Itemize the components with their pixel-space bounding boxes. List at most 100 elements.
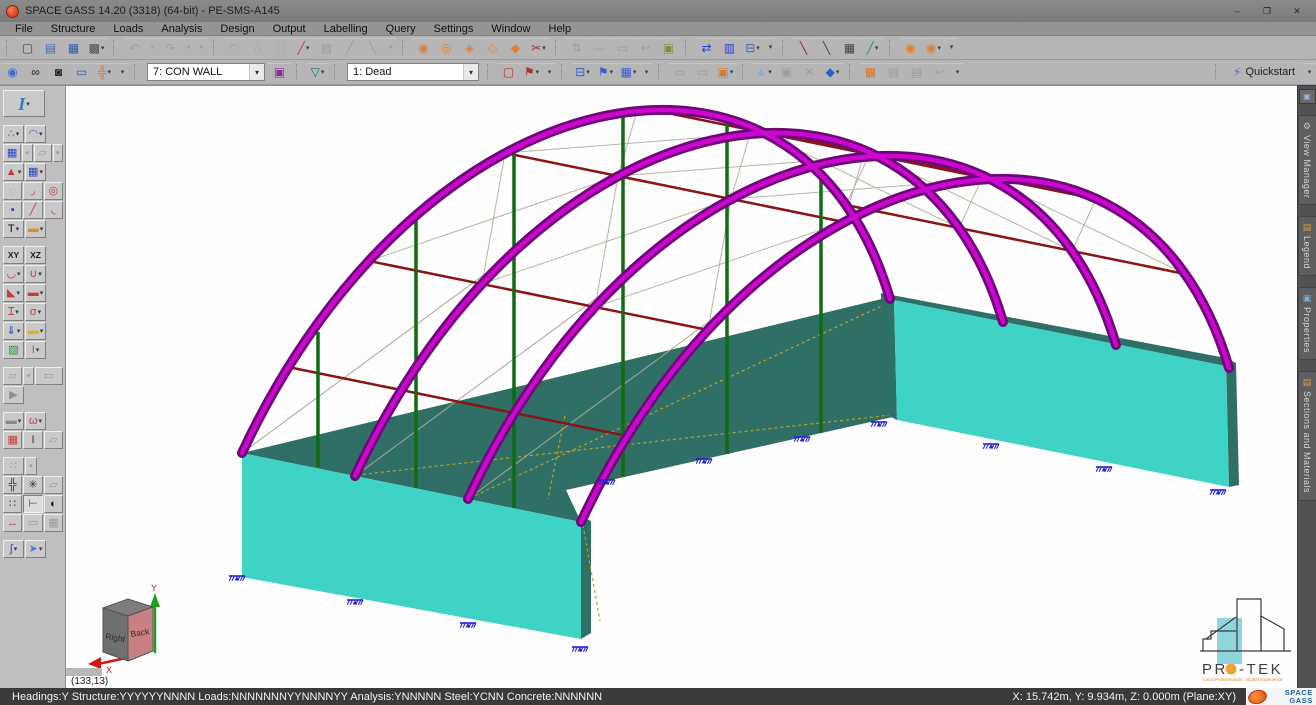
menu-help[interactable]: Help [540, 22, 581, 36]
menu-settings[interactable]: Settings [425, 22, 483, 36]
menu-output[interactable]: Output [264, 22, 315, 36]
axis-cube[interactable]: Y X Right Back [88, 583, 160, 675]
load-display-dropdown[interactable]: ▾ [543, 63, 556, 82]
datasheets-button[interactable]: ▦ [838, 38, 861, 57]
open-file-button[interactable]: ▤ [39, 38, 62, 57]
print-button[interactable]: ▩▾ [85, 38, 108, 57]
draw-member-button[interactable]: ╱▾ [292, 38, 315, 57]
draw-polyline-button[interactable]: ◟ [44, 201, 63, 219]
menu-structure[interactable]: Structure [42, 22, 105, 36]
new-file-button[interactable]: ▢ [16, 38, 39, 57]
copy-dropdown[interactable]: ▾ [945, 38, 958, 57]
display-dropdown[interactable]: ▾ [640, 63, 653, 82]
copy-member-properties-button[interactable]: ◉▾ [922, 38, 945, 57]
snap-points-button[interactable]: ∷ [3, 495, 22, 513]
copy-node-properties-button[interactable]: ◉ [899, 38, 922, 57]
dimensions-button[interactable]: ⊟▾ [571, 63, 594, 82]
support-fixed-button[interactable]: ∪▾ [25, 265, 46, 283]
deflection-display-button[interactable]: ▬▾ [3, 412, 24, 430]
draw-member-tool-button[interactable]: ╱ [23, 201, 42, 219]
plane-xy-button[interactable]: XY [3, 246, 24, 264]
move-origin-button[interactable]: ╬▾ [93, 63, 116, 82]
clean-model-button[interactable]: ╱▾ [861, 38, 884, 57]
local-axes-button[interactable]: ⊢ [23, 495, 42, 513]
restore-button[interactable]: ❐ [1254, 4, 1280, 19]
viewports-button[interactable]: ▦ [859, 63, 882, 82]
menu-labelling[interactable]: Labelling [315, 22, 377, 36]
render-filled-button[interactable]: ▧ [3, 341, 24, 359]
member-offsets-button[interactable]: ▬▾ [25, 284, 46, 302]
view-tools-dropdown[interactable]: ▾ [116, 63, 129, 82]
export-view-button[interactable]: ∫▾ [3, 540, 24, 558]
section-properties-button[interactable]: ▬▾ [25, 220, 46, 238]
load-case-combo-arrow[interactable]: ▾ [463, 64, 478, 80]
select-region-button[interactable]: ◈ [458, 38, 481, 57]
area-loads-button[interactable]: ▬▾ [25, 322, 46, 340]
panel-tab-legend[interactable]: ▤Legend [1298, 216, 1316, 276]
plane-xz-button[interactable]: XZ [25, 246, 46, 264]
select-all-button[interactable]: ◆ [504, 38, 527, 57]
display-grid-button[interactable]: ╬ [3, 476, 22, 494]
subdivide-members-button[interactable]: ▪ [3, 201, 22, 219]
close-button[interactable]: ✕ [1284, 4, 1310, 19]
panel-tab-properties[interactable]: ▣Properties [1298, 287, 1316, 360]
display-axes-button[interactable]: ✳ [23, 476, 42, 494]
contrast-toggle-button[interactable]: ◐ [44, 495, 63, 513]
snapshot-button[interactable]: ◙ [47, 63, 70, 82]
quickstart-dropdown[interactable]: ▾ [1303, 63, 1316, 82]
grid-settings-button[interactable]: ▦ [3, 144, 21, 162]
renumber-button[interactable]: ▥ [718, 38, 741, 57]
quickstart-button[interactable]: ⚡Quickstart [1225, 63, 1303, 82]
menu-file[interactable]: File [6, 22, 42, 36]
draw-arc-member-button[interactable]: ◠▾ [25, 125, 46, 143]
quick-wand-button[interactable]: ╲ [792, 38, 815, 57]
load-case-combo[interactable]: 1: Dead▾ [347, 63, 479, 81]
menu-analysis[interactable]: Analysis [152, 22, 211, 36]
bending-diagram-button[interactable]: ▦ [3, 431, 22, 449]
model-viewport[interactable]: Y X Right Back [66, 85, 1297, 688]
copy-graphics-button[interactable]: ▣▾ [714, 63, 737, 82]
transform-dropdown[interactable]: ▾ [764, 38, 777, 57]
node-display-button[interactable]: ▦▾ [617, 63, 640, 82]
run-analysis-button[interactable]: ▶ [3, 386, 24, 404]
node-coordinates-button[interactable]: ∴▾ [3, 125, 24, 143]
layers-button[interactable]: ▣ [268, 63, 291, 82]
panel-tab-view-manager[interactable]: ⚙View Manager [1298, 115, 1316, 205]
menu-loads[interactable]: Loads [104, 22, 152, 36]
menu-query[interactable]: Query [377, 22, 425, 36]
delete-basket-button[interactable]: ▣ [657, 38, 680, 57]
filter-button[interactable]: ▽▾ [306, 63, 329, 82]
node-zoom-button[interactable]: ◎ [44, 182, 63, 200]
moment-display-button[interactable]: ω▾ [25, 412, 46, 430]
ruler-button[interactable]: ▭ [70, 63, 93, 82]
annotations-button[interactable]: ⚑▾ [594, 63, 617, 82]
render-sections-button[interactable]: I▾ [25, 341, 46, 359]
support-roller-button[interactable]: ◡▾ [3, 265, 24, 283]
layer-combo[interactable]: 7: CON WALL▾ [147, 63, 265, 81]
member-stress-button[interactable]: σ▾ [25, 303, 46, 321]
node-numbers-button[interactable]: ▢ [497, 63, 520, 82]
select-add-button[interactable]: ◎ [435, 38, 458, 57]
member-intersect-button[interactable]: ◞ [23, 182, 42, 200]
section-shape-library-button[interactable]: I▾ [3, 90, 45, 117]
select-single-button[interactable]: ◉ [412, 38, 435, 57]
selection-cursor-button[interactable]: ➤▾ [25, 540, 46, 558]
measure-wand-button[interactable]: ╲ [815, 38, 838, 57]
select-polygon-button[interactable]: ◇ [481, 38, 504, 57]
menu-window[interactable]: Window [482, 22, 539, 36]
find-button[interactable]: ∞ [24, 63, 47, 82]
panel-tab-sections-and-materials[interactable]: ▤Sections and Materials [1298, 371, 1316, 500]
swap-members-button[interactable]: ⇄ [695, 38, 718, 57]
auto-hide-button[interactable]: ▣ [1299, 89, 1316, 104]
move-copy-button[interactable]: ⊟▾ [741, 38, 764, 57]
node-restraints-button[interactable]: ▲▾ [3, 163, 24, 181]
snap-grid-button[interactable]: ▦▾ [25, 163, 46, 181]
layer-combo-arrow[interactable]: ▾ [249, 64, 264, 80]
axial-diagram-button[interactable]: I [23, 431, 42, 449]
save-file-button[interactable]: ▦ [62, 38, 85, 57]
render-mode-button[interactable]: ▲▾ [752, 63, 775, 82]
text-annotation-button[interactable]: T▾ [3, 220, 24, 238]
beam-section-button[interactable]: Ɪ▾ [3, 303, 24, 321]
point-loads-button[interactable]: ⇓▾ [3, 322, 24, 340]
menu-design[interactable]: Design [211, 22, 263, 36]
